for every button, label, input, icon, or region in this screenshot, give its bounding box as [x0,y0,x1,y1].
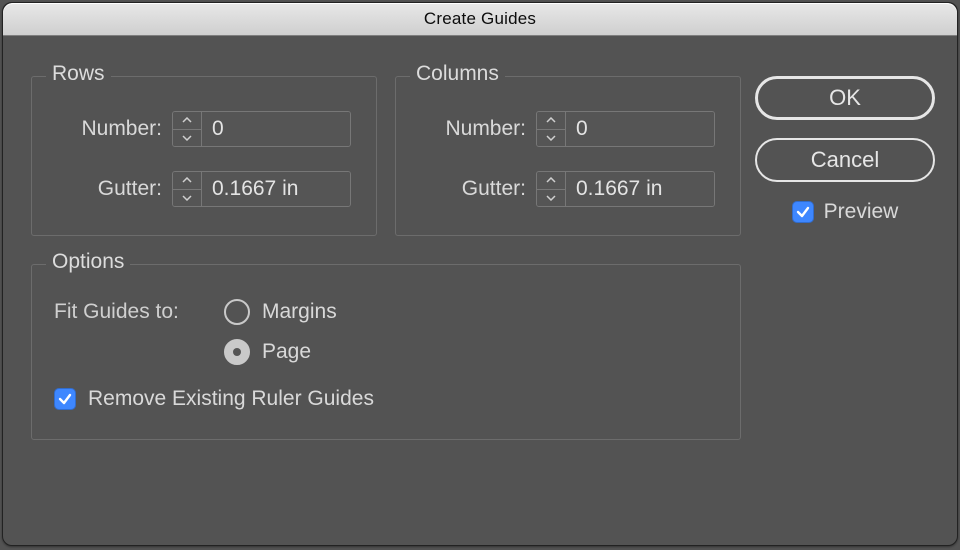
rows-number-input[interactable] [202,112,350,146]
radio-icon [224,339,250,365]
preview-checkbox[interactable] [792,201,814,223]
chevron-down-icon [182,195,192,201]
columns-gutter-step-down[interactable] [537,190,565,207]
radio-icon [224,299,250,325]
remove-guides-checkbox[interactable] [54,388,76,410]
columns-number-label: Number: [418,117,536,141]
rows-number-label: Number: [54,117,172,141]
title-bar: Create Guides [3,3,957,36]
check-icon [58,392,72,406]
columns-gutter-stepper[interactable] [536,171,715,207]
preview-label: Preview [824,200,899,224]
dialog-title: Create Guides [424,9,536,28]
fit-page-label: Page [262,340,311,364]
rows-gutter-step-up[interactable] [173,172,201,190]
rows-legend: Rows [46,62,111,86]
options-legend: Options [46,250,130,274]
rows-gutter-input[interactable] [202,172,350,206]
chevron-up-icon [182,117,192,123]
columns-gutter-step-up[interactable] [537,172,565,190]
check-icon [796,205,810,219]
rows-number-step-down[interactable] [173,130,201,147]
chevron-down-icon [182,135,192,141]
fit-margins-radio[interactable]: Margins [224,299,337,325]
chevron-up-icon [182,177,192,183]
fit-guides-label: Fit Guides to: [54,300,224,324]
rows-number-step-up[interactable] [173,112,201,130]
chevron-up-icon [546,177,556,183]
chevron-down-icon [546,195,556,201]
rows-gutter-stepper[interactable] [172,171,351,207]
cancel-button[interactable]: Cancel [755,138,935,182]
columns-number-stepper[interactable] [536,111,715,147]
columns-number-step-down[interactable] [537,130,565,147]
rows-gutter-step-down[interactable] [173,190,201,207]
columns-gutter-input[interactable] [566,172,714,206]
chevron-up-icon [546,117,556,123]
columns-group: Columns Number: [395,76,741,236]
remove-guides-label: Remove Existing Ruler Guides [88,387,374,411]
columns-gutter-label: Gutter: [418,177,536,201]
options-group: Options Fit Guides to: Margins Page [31,264,741,440]
fit-margins-label: Margins [262,300,337,324]
fit-page-radio[interactable]: Page [224,339,311,365]
columns-number-input[interactable] [566,112,714,146]
rows-group: Rows Number: [31,76,377,236]
rows-number-stepper[interactable] [172,111,351,147]
ok-button[interactable]: OK [755,76,935,120]
columns-number-step-up[interactable] [537,112,565,130]
rows-gutter-label: Gutter: [54,177,172,201]
columns-legend: Columns [410,62,505,86]
chevron-down-icon [546,135,556,141]
dialog-window: Create Guides Rows Number: [2,2,958,546]
